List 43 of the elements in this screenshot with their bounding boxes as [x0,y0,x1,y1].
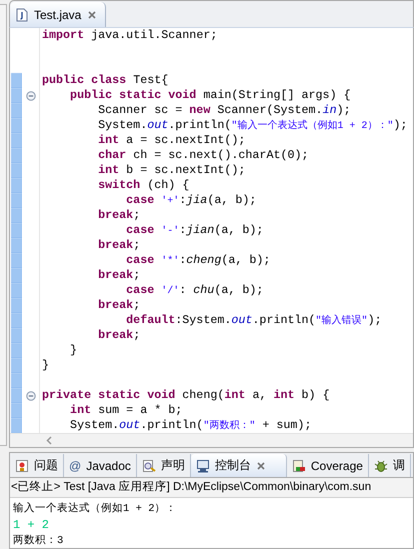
code-line: int b = sc.nextInt(); [97,163,246,178]
code-line: import java.util.Scanner; [41,28,218,43]
code-line: Scanner sc = new Scanner(System.in); [97,103,351,118]
code-line: System.out.println("输入一个表达式（例如1 + 2）："); [97,118,408,133]
view-tab[interactable]: 控制台 [190,454,287,477]
code-line: public static void main(String[] args) { [69,88,351,103]
horizontal-scrollbar[interactable] [10,433,413,447]
code-line: case '/': chu(a, b); [125,283,264,298]
code-line: case '+':jia(a, b); [125,193,256,208]
code-line: break; [97,328,140,343]
scroll-left-icon[interactable] [46,436,52,445]
code-line: } [41,358,50,373]
code-line: break; [97,238,140,253]
code-line: int sum = a * b; [69,403,182,418]
code-line: int a = sc.nextInt(); [97,133,246,148]
magnifier-icon [142,458,156,472]
code-line: switch (ch) { [97,178,190,193]
console-output-line: 两数积：3 [13,534,64,548]
code-line: } [69,343,78,358]
editor-tab[interactable]: Test.java [10,2,106,27]
code-line: break; [97,298,140,313]
code-line: break; [97,268,140,283]
collapse-icon[interactable] [26,90,36,100]
console-output-line: 输入一个表达式（例如1 + 2）： [13,501,178,517]
java-file-icon [16,8,28,22]
code-line: System.out.println("两数积：" + sum); [69,418,312,433]
console-header: <已终止> Test [Java 应用程序] D:\MyEclipse\Common\binary\com.sun [10,478,413,498]
bug-icon [374,458,388,472]
console-input-line: 1 + 2 [13,517,50,533]
code-line: private static void cheng(int a, int b) { [41,388,330,403]
monitor-icon [196,458,210,472]
code-line: default:System.out.println("输入错误"); [125,313,382,328]
code-line: char ch = sc.next().charAt(0); [97,148,309,163]
code-line: break; [97,208,140,223]
collapse-icon[interactable] [26,390,36,400]
chart-page-icon [292,458,306,472]
code-line: public class Test{ [41,73,168,88]
close-icon[interactable] [256,460,266,470]
at-sign-icon: @ [69,458,82,472]
code-line: case '*':cheng(a, b); [125,253,270,268]
warning-board-icon [15,458,29,472]
code-line: case '-':jian(a, b); [125,223,264,238]
close-icon[interactable] [87,10,98,20]
